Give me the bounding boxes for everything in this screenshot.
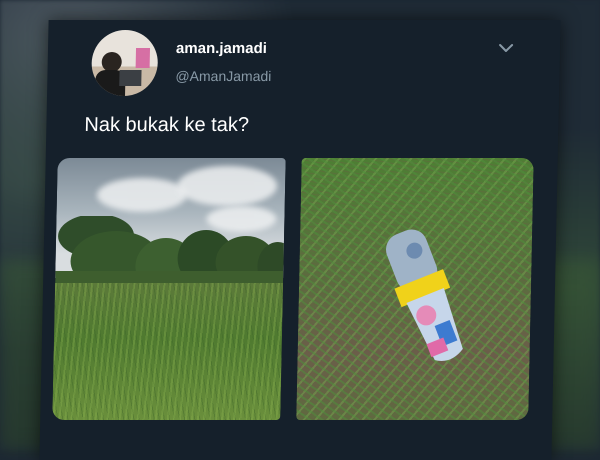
avatar-poster	[135, 48, 151, 68]
display-name[interactable]: aman.jamadi	[176, 40, 267, 57]
avatar-laptop	[119, 70, 142, 86]
bottle-photo[interactable]	[296, 158, 534, 420]
avatar-person-head	[101, 52, 122, 72]
avatar[interactable]	[91, 30, 159, 96]
field-photo[interactable]	[52, 158, 286, 420]
tweet-text: Nak bukak ke tak?	[84, 114, 250, 136]
user-handle[interactable]: @AmanJamadi	[175, 68, 271, 84]
photo-grass	[52, 283, 284, 420]
wrapped-bottle	[385, 229, 463, 361]
tweet-card[interactable]: aman.jamadi @AmanJamadi Nak bukak ke tak…	[39, 20, 561, 460]
chevron-down-icon[interactable]	[496, 40, 516, 56]
